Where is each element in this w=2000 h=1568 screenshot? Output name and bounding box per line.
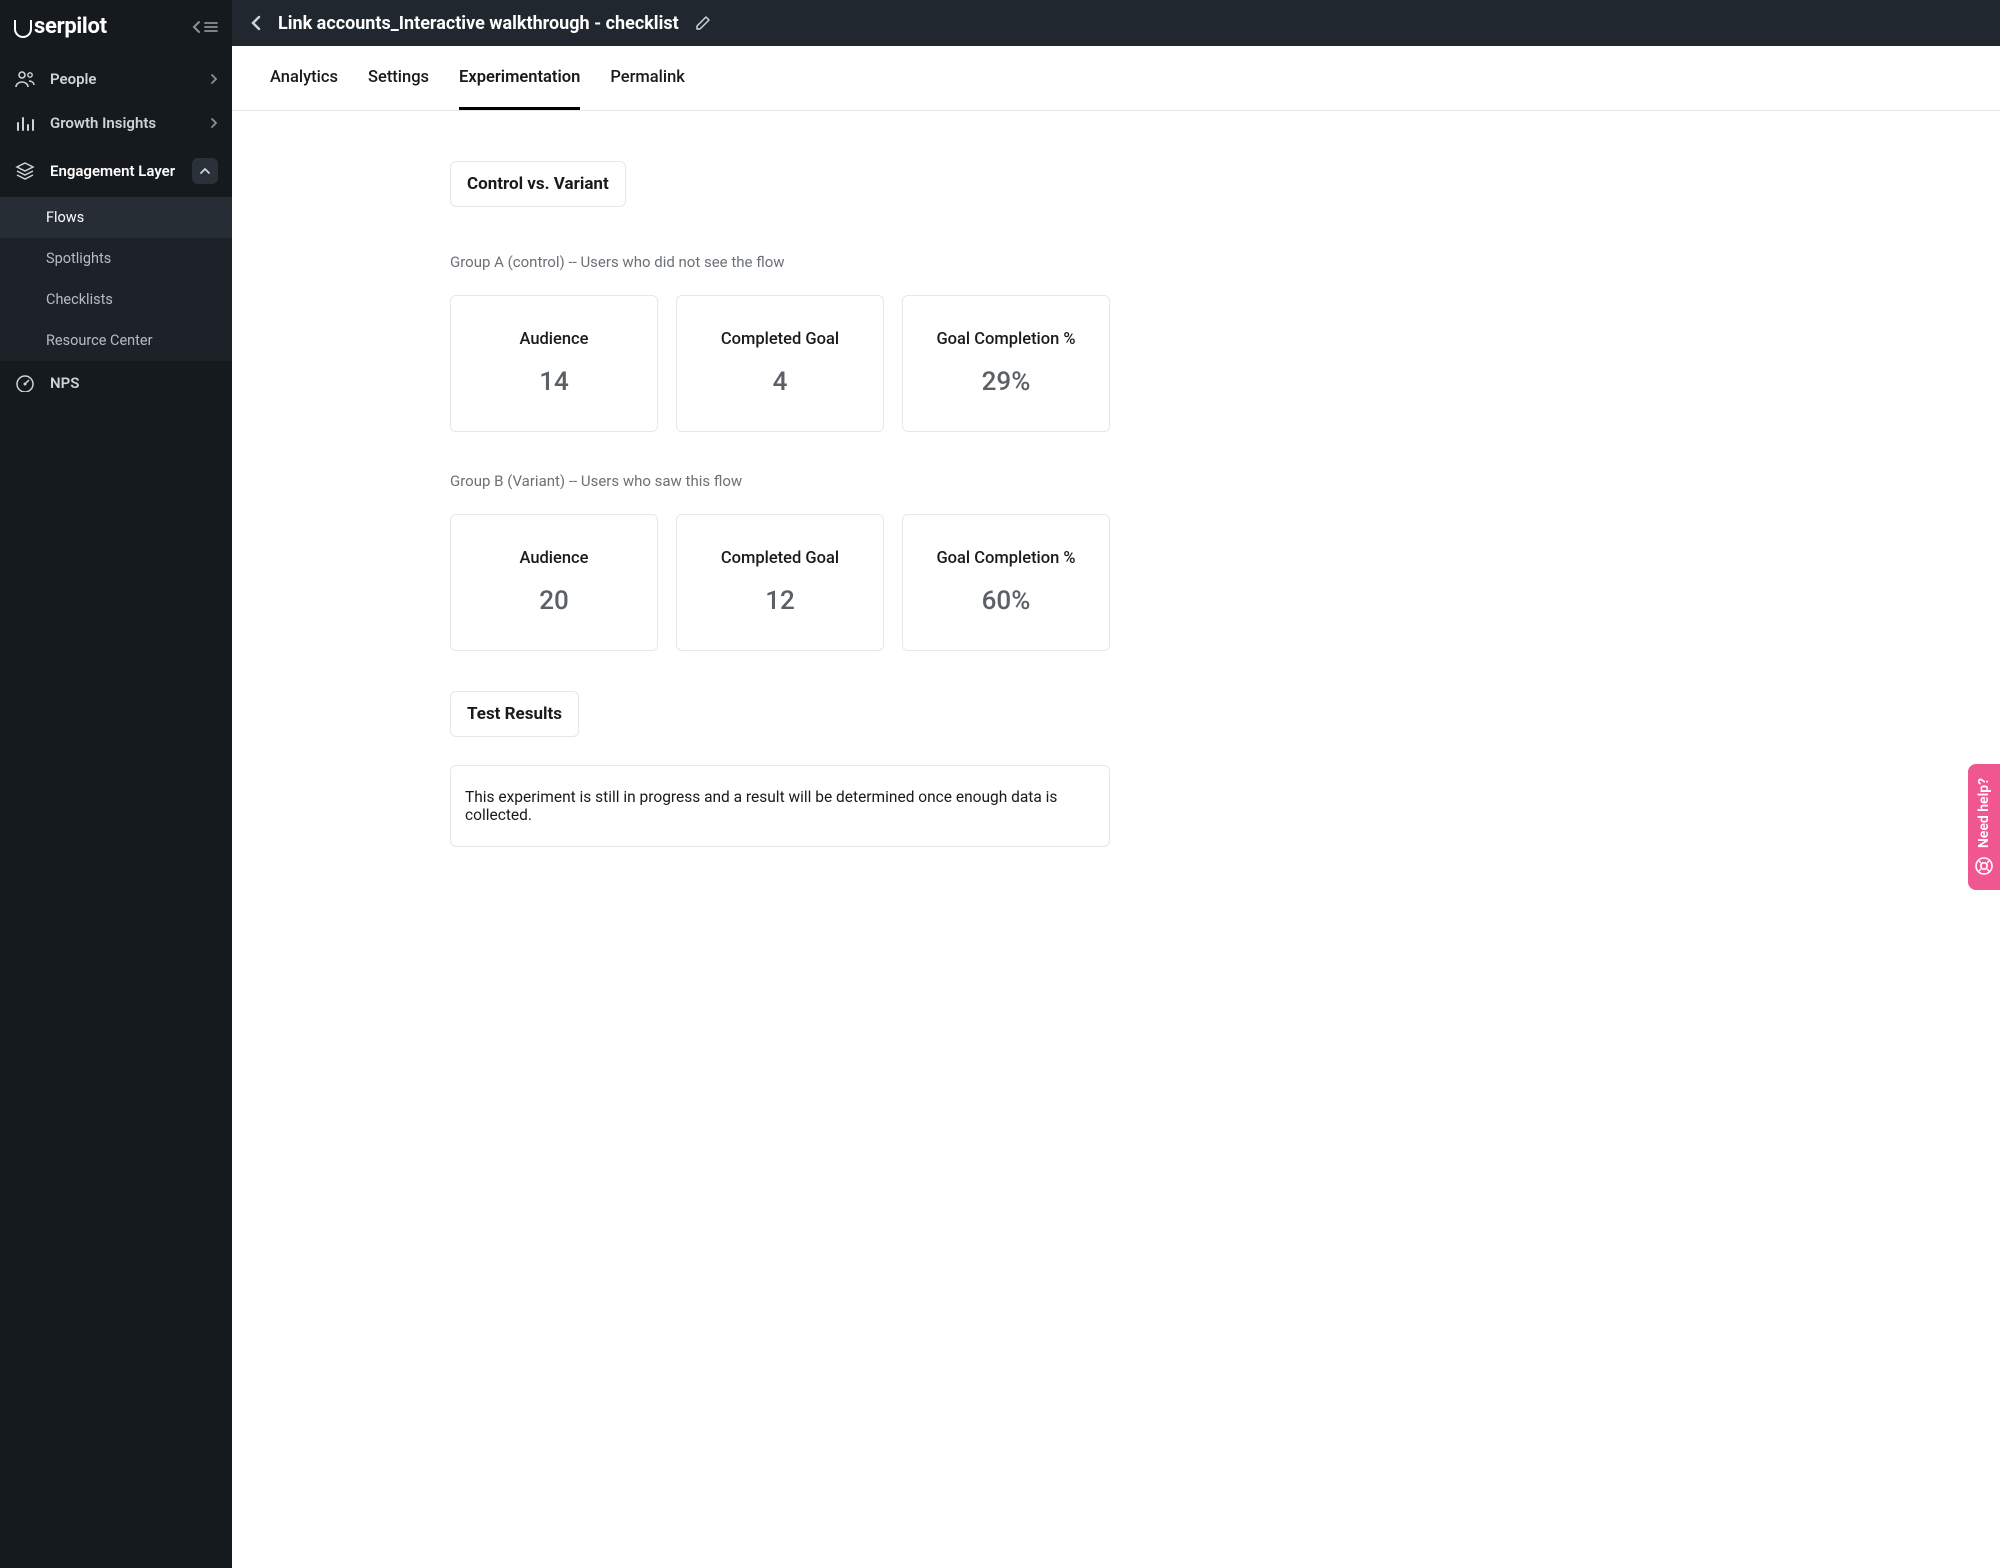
chevron-left-icon [192, 20, 202, 34]
metric-label: Goal Completion % [913, 549, 1099, 568]
content: Control vs. Variant Group A (control) --… [232, 111, 2000, 1568]
metric-value: 60% [913, 586, 1099, 616]
sidebar-item-label: Growth Insights [50, 114, 156, 132]
metric-audience-b: Audience 20 [450, 514, 658, 651]
metric-rate-a: Goal Completion % 29% [902, 295, 1110, 432]
section-test-results: Test Results [450, 691, 579, 737]
chevron-right-icon [210, 73, 218, 85]
gauge-icon [14, 374, 36, 392]
tab-analytics[interactable]: Analytics [270, 46, 338, 110]
metric-label: Audience [461, 549, 647, 568]
sidebar-item-label: NPS [50, 374, 79, 392]
metric-audience-a: Audience 14 [450, 295, 658, 432]
metric-rate-b: Goal Completion % 60% [902, 514, 1110, 651]
sidebar-item-growth-insights[interactable]: Growth Insights [0, 101, 232, 145]
group-a-metrics: Audience 14 Completed Goal 4 Goal Comple… [450, 295, 1110, 432]
chevron-up-icon [192, 158, 218, 184]
sidebar-subitem-spotlights[interactable]: Spotlights [0, 238, 232, 279]
brand-logo: serpilot [14, 14, 107, 39]
need-help-label: Need help? [1976, 778, 1992, 848]
metric-value: 14 [461, 367, 647, 397]
section-control-vs-variant: Control vs. Variant [450, 161, 626, 207]
logo-u-icon [14, 20, 32, 38]
sidebar-header: serpilot [0, 0, 232, 57]
sidebar: serpilot People Growth Insights Engageme… [0, 0, 232, 1568]
main: Link accounts_Interactive walkthrough - … [232, 0, 2000, 1568]
people-icon [14, 70, 36, 88]
sidebar-item-label: Engagement Layer [50, 162, 175, 180]
metric-label: Completed Goal [687, 549, 873, 568]
metric-value: 12 [687, 586, 873, 616]
chevron-left-icon [250, 14, 262, 32]
metric-label: Completed Goal [687, 330, 873, 349]
metric-label: Audience [461, 330, 647, 349]
test-result-message: This experiment is still in progress and… [450, 765, 1110, 847]
sidebar-item-label: People [50, 70, 97, 88]
brand-name: serpilot [34, 14, 107, 39]
tab-permalink[interactable]: Permalink [610, 46, 685, 110]
metric-value: 29% [913, 367, 1099, 397]
group-b-description: Group B (Variant) -- Users who saw this … [450, 472, 1110, 490]
tab-settings[interactable]: Settings [368, 46, 429, 110]
metric-value: 20 [461, 586, 647, 616]
sidebar-item-people[interactable]: People [0, 57, 232, 101]
lifebuoy-icon [1974, 856, 1994, 876]
metric-completed-a: Completed Goal 4 [676, 295, 884, 432]
need-help-button[interactable]: Need help? [1968, 764, 2000, 890]
bars-icon [14, 114, 36, 132]
page-title: Link accounts_Interactive walkthrough - … [278, 13, 679, 34]
sidebar-item-engagement-layer[interactable]: Engagement Layer [0, 145, 232, 197]
layers-icon [14, 162, 36, 180]
menu-icon [204, 20, 218, 34]
group-a-description: Group A (control) -- Users who did not s… [450, 253, 1110, 271]
group-b-metrics: Audience 20 Completed Goal 12 Goal Compl… [450, 514, 1110, 651]
chevron-right-icon [210, 117, 218, 129]
topbar: Link accounts_Interactive walkthrough - … [232, 0, 2000, 46]
sidebar-subitem-resource-center[interactable]: Resource Center [0, 320, 232, 361]
tabs: Analytics Settings Experimentation Perma… [232, 46, 2000, 111]
sidebar-subitem-flows[interactable]: Flows [0, 197, 232, 238]
sidebar-item-nps[interactable]: NPS [0, 361, 232, 405]
engagement-submenu: Flows Spotlights Checklists Resource Cen… [0, 197, 232, 361]
tab-experimentation[interactable]: Experimentation [459, 46, 580, 110]
metric-completed-b: Completed Goal 12 [676, 514, 884, 651]
pencil-icon [695, 15, 711, 31]
metric-value: 4 [687, 367, 873, 397]
edit-title-button[interactable] [695, 15, 711, 31]
back-button[interactable] [250, 14, 262, 32]
sidebar-subitem-checklists[interactable]: Checklists [0, 279, 232, 320]
sidebar-collapse-button[interactable] [192, 20, 218, 34]
metric-label: Goal Completion % [913, 330, 1099, 349]
